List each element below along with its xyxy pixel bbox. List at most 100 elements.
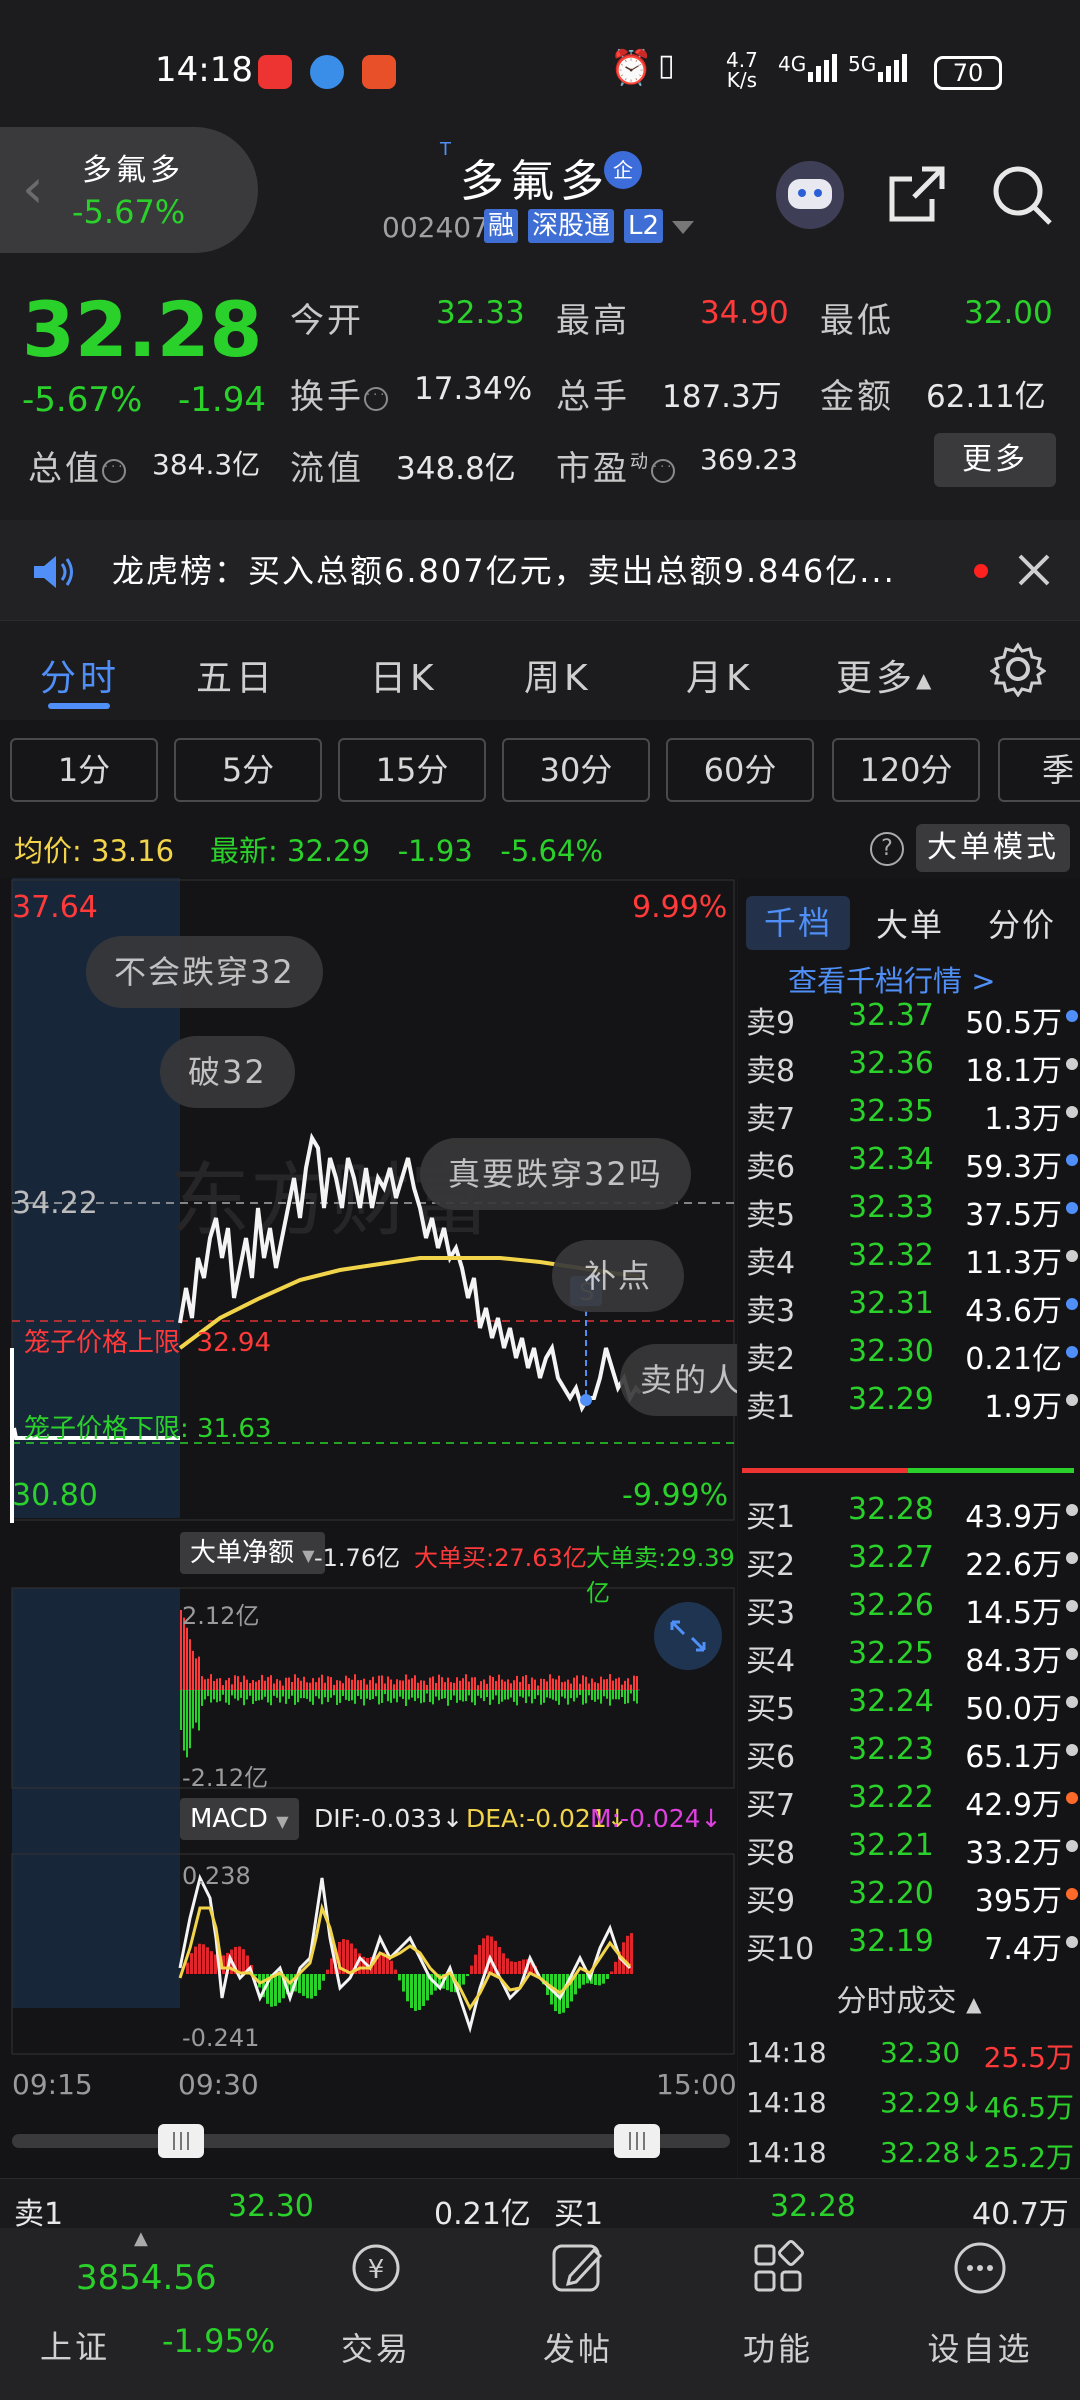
cage-upper-label-text: 笼子价格上限 bbox=[24, 1328, 181, 1358]
bigorder-buy-bar bbox=[258, 1680, 260, 1690]
bigorder-sell-bar bbox=[399, 1690, 401, 1697]
arrow-down-icon: ↓ bbox=[442, 1804, 464, 1833]
chevron-down-icon[interactable] bbox=[672, 221, 694, 234]
settings-icon[interactable] bbox=[989, 641, 1047, 701]
ask-row[interactable]: 卖6 32.34 59.3万 bbox=[738, 1136, 1080, 1185]
ask-volume: 1.3万 bbox=[984, 1102, 1062, 1137]
robot-eye bbox=[814, 189, 822, 197]
interval-60min[interactable]: 60分 bbox=[666, 738, 814, 802]
trades-title: 分时成交 bbox=[836, 1984, 957, 2019]
info-icon[interactable]: ··· bbox=[651, 458, 675, 483]
edit-icon bbox=[552, 2244, 603, 2292]
indicator-selector[interactable]: MACD ▼ bbox=[180, 1798, 299, 1840]
marker-dot bbox=[580, 1394, 592, 1406]
current-price: 32.28 bbox=[22, 285, 263, 374]
bigorder-sell-bar bbox=[522, 1690, 524, 1698]
more-button[interactable]: 更多 bbox=[934, 433, 1056, 487]
news-ticker[interactable]: 龙虎榜：买入总额6.807亿元，卖出总额9.846亿... bbox=[0, 520, 1080, 620]
latest-label: 最新: bbox=[210, 834, 278, 868]
nav-add-watchlist[interactable]: 设自选 bbox=[880, 2228, 1080, 2400]
interval-15min[interactable]: 15分 bbox=[338, 738, 486, 802]
bid-row[interactable]: 买5 32.24 50.0万 bbox=[738, 1678, 1080, 1727]
ask-row[interactable]: 卖7 32.35 1.3万 bbox=[738, 1088, 1080, 1137]
ask-row[interactable]: 卖5 32.33 37.5万 bbox=[738, 1184, 1080, 1233]
bigorder-sell-bar bbox=[636, 1690, 638, 1704]
bigorder-buy-bar bbox=[285, 1677, 287, 1690]
tab-daily-k[interactable]: 日K bbox=[370, 649, 438, 701]
ask-row[interactable]: 卖1 32.29 1.9万 bbox=[738, 1376, 1080, 1425]
bigorder-buy-bar bbox=[495, 1680, 497, 1690]
bid-row[interactable]: 买9 32.20 395万 bbox=[738, 1870, 1080, 1919]
ai-assistant-icon[interactable] bbox=[776, 161, 844, 229]
tab-level-1000[interactable]: 千档 bbox=[746, 896, 850, 950]
expand-button[interactable] bbox=[654, 1602, 722, 1670]
back-button[interactable]: ‹ 多氟多 -5.67% bbox=[0, 127, 258, 253]
level-dot bbox=[1066, 1058, 1078, 1070]
ask-price: 32.37 bbox=[848, 998, 934, 1033]
big-order-mode-button[interactable]: 大单模式 bbox=[916, 824, 1070, 872]
trade-row: 14:18 32.30 25.5万 bbox=[738, 2028, 1080, 2078]
comment-bubble[interactable]: 卖的人 bbox=[620, 1344, 737, 1416]
interval-30min[interactable]: 30分 bbox=[502, 738, 650, 802]
interval-1min[interactable]: 1分 bbox=[10, 738, 158, 802]
bigorder-buy-bar bbox=[255, 1681, 257, 1690]
bid-row[interactable]: 买6 32.23 65.1万 bbox=[738, 1726, 1080, 1775]
comment-bubble[interactable]: 不会跌穿32 bbox=[86, 936, 323, 1008]
bid-row[interactable]: 买2 32.27 22.6万 bbox=[738, 1534, 1080, 1583]
bid-row[interactable]: 买1 32.28 43.9万 bbox=[738, 1486, 1080, 1535]
share-icon[interactable] bbox=[886, 163, 948, 229]
bigorder-buy-bar bbox=[483, 1679, 485, 1690]
tab-weekly-k[interactable]: 周K bbox=[524, 649, 592, 701]
comment-bubble[interactable]: 补点 bbox=[552, 1240, 685, 1312]
bigorder-sell-bar bbox=[633, 1690, 635, 1702]
interval-quarter[interactable]: 季 bbox=[998, 738, 1080, 802]
index-widget[interactable]: ▲ 3854.56 上证 -1.95% bbox=[0, 2228, 300, 2400]
nav-trade[interactable]: ¥ 交易 bbox=[276, 2228, 476, 2400]
bid-row[interactable]: 买3 32.26 14.5万 bbox=[738, 1582, 1080, 1631]
ask-row[interactable]: 卖2 32.30 0.21亿 bbox=[738, 1328, 1080, 1377]
ask-row[interactable]: 卖3 32.31 43.6万 bbox=[738, 1280, 1080, 1329]
trades-header[interactable]: 分时成交 ▲ bbox=[738, 1976, 1080, 2020]
high-label: 最高 bbox=[556, 301, 630, 341]
nav-post[interactable]: 发帖 bbox=[478, 2228, 678, 2400]
bid-row[interactable]: 买4 32.25 84.3万 bbox=[738, 1630, 1080, 1679]
bigorder-buy-bar bbox=[282, 1685, 284, 1690]
bid-row[interactable]: 买10 32.19 7.4万 bbox=[738, 1918, 1080, 1967]
macd-negative-bar bbox=[402, 1974, 405, 1992]
turnover-value: 17.34% bbox=[414, 371, 533, 407]
info-icon[interactable]: ··· bbox=[102, 458, 126, 483]
bigorder-buy-bar bbox=[198, 1656, 200, 1690]
bigorder-sell-bar bbox=[378, 1690, 380, 1705]
tab-price-split[interactable]: 分价 bbox=[988, 900, 1056, 946]
tab-big-order[interactable]: 大单 bbox=[876, 900, 944, 946]
bigorder-sell-bar bbox=[450, 1690, 452, 1700]
bigorder-selector[interactable]: 大单净额 ▼ bbox=[180, 1532, 325, 1574]
interval-5min[interactable]: 5分 bbox=[174, 738, 322, 802]
ask-row[interactable]: 卖8 32.36 18.1万 bbox=[738, 1040, 1080, 1089]
bid-row[interactable]: 买8 32.21 33.2万 bbox=[738, 1822, 1080, 1871]
tab-intraday[interactable]: 分时 bbox=[40, 649, 120, 701]
bigorder-sell-bar bbox=[261, 1690, 263, 1700]
comment-bubble[interactable]: 真要跌穿32吗 bbox=[420, 1138, 691, 1210]
latest-change: -1.93 bbox=[397, 834, 473, 868]
info-icon[interactable]: ··· bbox=[364, 386, 388, 411]
ask-row[interactable]: 卖9 32.37 50.5万 bbox=[738, 992, 1080, 1041]
nav-functions[interactable]: 功能 bbox=[678, 2228, 878, 2400]
comment-bubble[interactable]: 破32 bbox=[160, 1036, 295, 1108]
help-icon[interactable]: ? bbox=[870, 832, 904, 866]
search-icon[interactable] bbox=[990, 163, 1054, 231]
ask-row[interactable]: 卖4 32.32 11.3万 bbox=[738, 1232, 1080, 1281]
intraday-chart-area[interactable]: 东方财富 37.64 9.99% 34.22 笼子价格上限 32.94 笼子价格… bbox=[0, 878, 737, 2178]
stock-code: 002407 bbox=[382, 211, 489, 244]
tab-more[interactable]: 更多▲ bbox=[836, 649, 935, 701]
bid-volume: 65.1万 bbox=[965, 1740, 1062, 1775]
bid-level: 买9 bbox=[746, 1884, 796, 1919]
open-label: 今开 bbox=[290, 301, 364, 341]
close-icon[interactable] bbox=[1016, 552, 1052, 592]
tab-five-day[interactable]: 五日 bbox=[196, 649, 276, 701]
tab-monthly-k[interactable]: 月K bbox=[686, 649, 754, 701]
macd-positive-bar bbox=[202, 1944, 205, 1974]
bid-row[interactable]: 买7 32.22 42.9万 bbox=[738, 1774, 1080, 1823]
bid-ask-divider bbox=[742, 1468, 908, 1473]
interval-120min[interactable]: 120分 bbox=[832, 738, 980, 802]
